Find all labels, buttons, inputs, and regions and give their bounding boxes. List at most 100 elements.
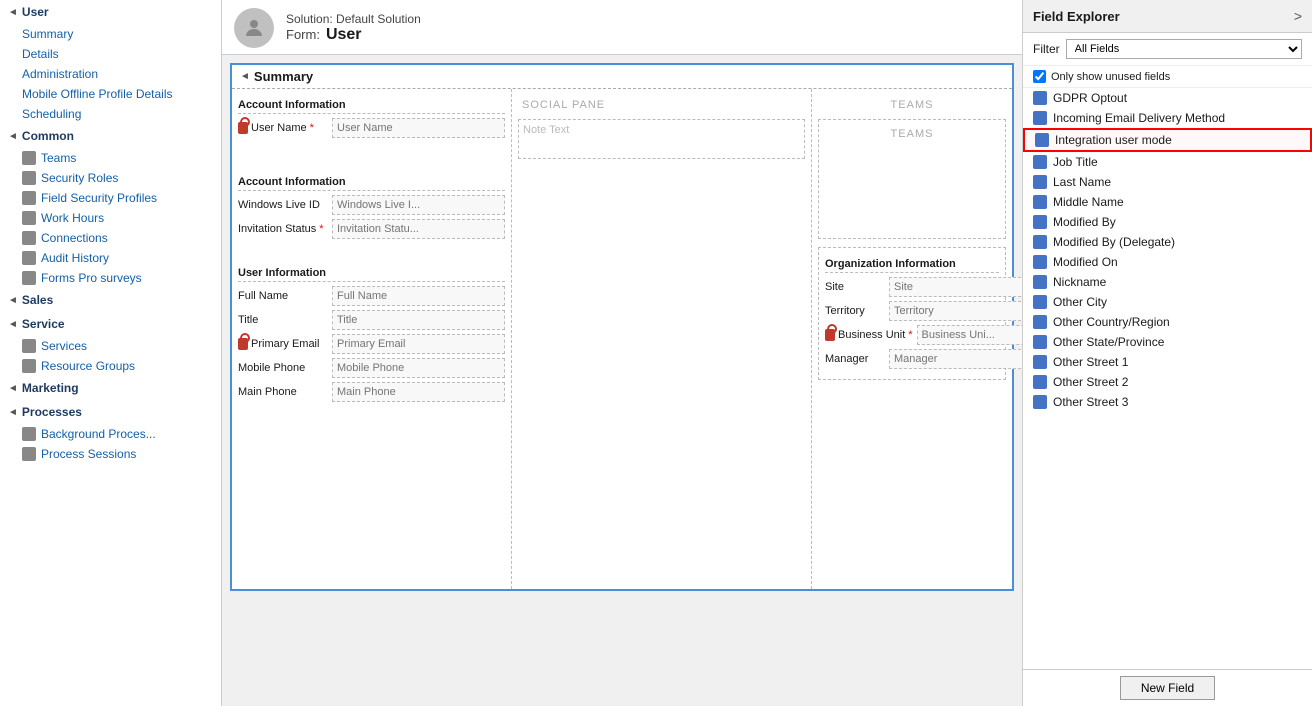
- sidebar-item-administration[interactable]: Administration: [0, 64, 221, 84]
- field-username-input[interactable]: [332, 118, 505, 138]
- new-field-button[interactable]: New Field: [1120, 676, 1215, 700]
- fe-item-modified-by-delegate[interactable]: Modified By (Delegate): [1023, 232, 1312, 252]
- field-site-input[interactable]: [889, 277, 1022, 297]
- sidebar-item-mobile-offline-label: Mobile Offline Profile Details: [22, 87, 173, 101]
- field-manager-input[interactable]: [889, 349, 1022, 369]
- spacer1: [238, 142, 505, 172]
- sidebar-item-security-roles-label: Security Roles: [41, 171, 118, 185]
- field-primary-email: Primary Email: [238, 334, 505, 354]
- sidebar-item-services-label: Services: [41, 339, 87, 353]
- field-primary-email-input[interactable]: [332, 334, 505, 354]
- forms-pro-icon: [22, 271, 36, 285]
- fe-item-middle-name[interactable]: Middle Name: [1023, 192, 1312, 212]
- fe-item-middle-name-icon: [1033, 195, 1047, 209]
- sidebar-item-process-sessions[interactable]: Process Sessions: [0, 444, 221, 464]
- fe-item-nickname[interactable]: Nickname: [1023, 272, 1312, 292]
- sidebar-section-sales[interactable]: ◄ Sales: [0, 288, 221, 312]
- sidebar-item-work-hours[interactable]: Work Hours: [0, 208, 221, 228]
- sidebar-item-audit-history[interactable]: Audit History: [0, 248, 221, 268]
- fe-item-last-name[interactable]: Last Name: [1023, 172, 1312, 192]
- lock-icon-username: [238, 122, 248, 134]
- fe-item-other-street3[interactable]: Other Street 3: [1023, 392, 1312, 412]
- fe-item-other-street2-icon: [1033, 375, 1047, 389]
- sidebar-item-teams[interactable]: Teams: [0, 148, 221, 168]
- sidebar-item-security-roles[interactable]: Security Roles: [0, 168, 221, 188]
- sidebar-item-scheduling[interactable]: Scheduling: [0, 104, 221, 124]
- field-business-unit-input[interactable]: [917, 325, 1022, 345]
- fe-item-other-city[interactable]: Other City: [1023, 292, 1312, 312]
- sidebar-item-forms-pro-label: Forms Pro surveys: [41, 271, 142, 285]
- sidebar-item-summary[interactable]: Summary: [0, 24, 221, 44]
- sidebar-item-background-proc[interactable]: Background Proces...: [0, 424, 221, 444]
- field-mobile-phone-label: Mobile Phone: [238, 362, 328, 374]
- summary-section: ◄ Summary Account Information User Name …: [230, 63, 1014, 591]
- field-title-input[interactable]: [332, 310, 505, 330]
- fe-item-incoming-email[interactable]: Incoming Email Delivery Method: [1023, 108, 1312, 128]
- fe-item-middle-name-label: Middle Name: [1053, 195, 1124, 209]
- sidebar-item-forms-pro[interactable]: Forms Pro surveys: [0, 268, 221, 288]
- fe-item-modified-by[interactable]: Modified By: [1023, 212, 1312, 232]
- lock-icon-email: [238, 338, 248, 350]
- sidebar-item-connections-label: Connections: [41, 231, 108, 245]
- sidebar-section-marketing-label: Marketing: [22, 381, 79, 395]
- field-mobile-phone-input[interactable]: [332, 358, 505, 378]
- fe-title: Field Explorer: [1033, 9, 1120, 24]
- form-label: Form:: [286, 27, 320, 42]
- resource-groups-icon: [22, 359, 36, 373]
- main-content: Solution: Default Solution Form: User ◄ …: [222, 0, 1022, 706]
- teams-box: TEAMS: [818, 119, 1006, 239]
- fe-item-incoming-email-icon: [1033, 111, 1047, 125]
- fe-item-other-street1[interactable]: Other Street 1: [1023, 352, 1312, 372]
- fe-item-other-state[interactable]: Other State/Province: [1023, 332, 1312, 352]
- field-username: User Name *: [238, 118, 505, 138]
- field-windows-live-input[interactable]: [332, 195, 505, 215]
- fe-item-gdpr-icon: [1033, 91, 1047, 105]
- sidebar-section-processes-label: Processes: [22, 405, 82, 419]
- lock-icon-business-unit: [825, 329, 835, 341]
- fe-expand-icon[interactable]: >: [1294, 8, 1302, 24]
- sidebar-section-user-arrow: ◄: [8, 7, 18, 18]
- form-row: Form: User: [286, 26, 421, 44]
- sidebar-section-marketing-arrow: ◄: [8, 383, 18, 394]
- fe-item-other-street2[interactable]: Other Street 2: [1023, 372, 1312, 392]
- sidebar-section-sales-label: Sales: [22, 293, 53, 307]
- account-info-title-2: Account Information: [238, 172, 505, 191]
- sidebar-item-connections[interactable]: Connections: [0, 228, 221, 248]
- sidebar-item-services[interactable]: Services: [0, 336, 221, 356]
- fe-item-gdpr[interactable]: GDPR Optout: [1023, 88, 1312, 108]
- sidebar-section-common[interactable]: ◄ Common: [0, 124, 221, 148]
- connections-icon: [22, 231, 36, 245]
- field-territory-input[interactable]: [889, 301, 1022, 321]
- account-info-title-1: Account Information: [238, 95, 505, 114]
- fe-unused-checkbox[interactable]: [1033, 70, 1046, 83]
- field-security-icon: [22, 191, 36, 205]
- sidebar-item-field-security-label: Field Security Profiles: [41, 191, 157, 205]
- fe-item-modified-on[interactable]: Modified On: [1023, 252, 1312, 272]
- fe-item-modified-by-delegate-icon: [1033, 235, 1047, 249]
- field-windows-live-label: Windows Live ID: [238, 199, 328, 211]
- sidebar-item-background-proc-label: Background Proces...: [41, 427, 156, 441]
- sidebar-section-marketing[interactable]: ◄ Marketing: [0, 376, 221, 400]
- sidebar-section-processes[interactable]: ◄ Processes: [0, 400, 221, 424]
- sidebar-item-process-sessions-label: Process Sessions: [41, 447, 136, 461]
- teams-icon: [22, 151, 36, 165]
- sidebar-item-resource-groups[interactable]: Resource Groups: [0, 356, 221, 376]
- background-proc-icon: [22, 427, 36, 441]
- sidebar-item-mobile-offline[interactable]: Mobile Offline Profile Details: [0, 84, 221, 104]
- solution-label: Solution: Default Solution: [286, 12, 421, 26]
- fe-item-job-title-label: Job Title: [1053, 155, 1098, 169]
- sidebar-section-service[interactable]: ◄ Service: [0, 312, 221, 336]
- form-col-2: SOCIAL PANE Note Text: [512, 89, 812, 589]
- fe-item-other-country[interactable]: Other Country/Region: [1023, 312, 1312, 332]
- field-main-phone-input[interactable]: [332, 382, 505, 402]
- field-fullname-input[interactable]: [332, 286, 505, 306]
- fe-item-integration-user-mode[interactable]: Integration user mode: [1023, 128, 1312, 152]
- sidebar-item-details-label: Details: [22, 47, 59, 61]
- sidebar-item-details[interactable]: Details: [0, 44, 221, 64]
- fe-filter-select[interactable]: All Fields Unused Fields Required Fields: [1066, 39, 1302, 59]
- field-invitation-input[interactable]: [332, 219, 505, 239]
- fe-item-job-title[interactable]: Job Title: [1023, 152, 1312, 172]
- sidebar-section-user[interactable]: ◄ User: [0, 0, 221, 24]
- sidebar-item-field-security[interactable]: Field Security Profiles: [0, 188, 221, 208]
- field-main-phone-label: Main Phone: [238, 386, 328, 398]
